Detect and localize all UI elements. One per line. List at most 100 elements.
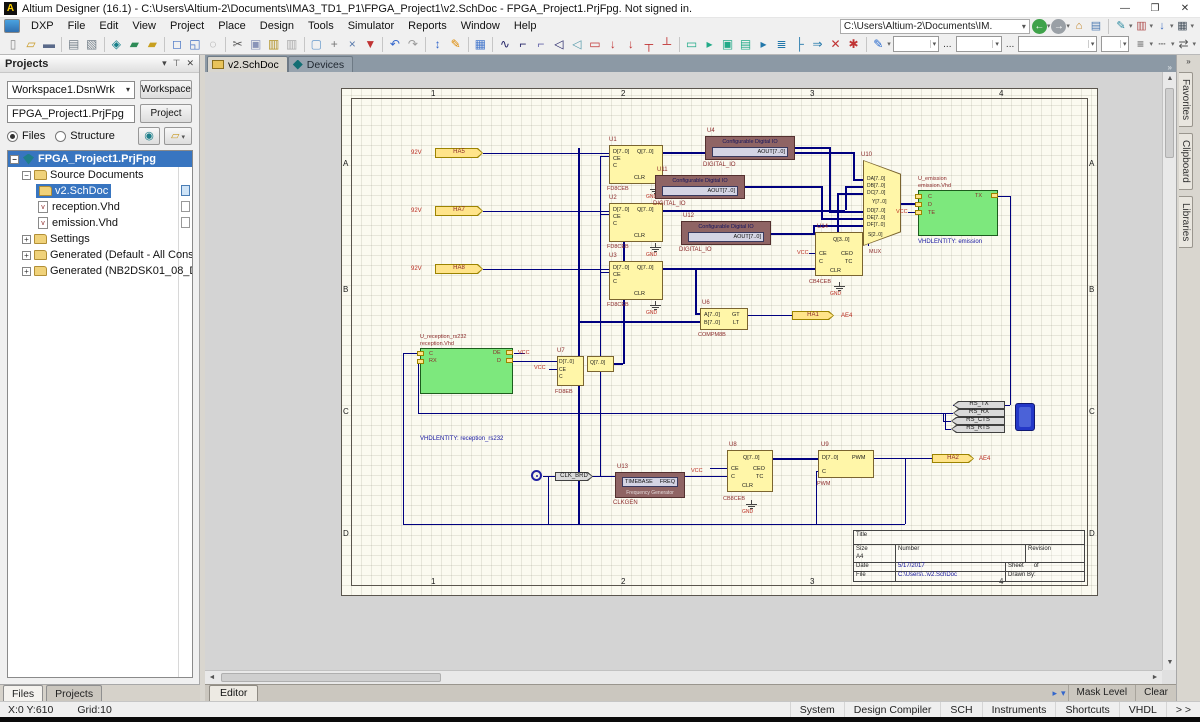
- tab-overflow-icon[interactable]: »: [1168, 63, 1176, 72]
- save-icon[interactable]: ▬: [40, 35, 58, 53]
- wire[interactable]: [685, 476, 727, 477]
- menu-tools[interactable]: Tools: [301, 19, 341, 33]
- mask-mode-icon[interactable]: ▸: [1050, 688, 1059, 699]
- wire[interactable]: [600, 214, 609, 215]
- workspace-button[interactable]: Workspace: [140, 80, 192, 99]
- wire[interactable]: [1010, 196, 1011, 405]
- wire[interactable]: [549, 369, 557, 370]
- place-wire-icon[interactable]: ∿: [496, 35, 514, 53]
- wire[interactable]: [548, 476, 549, 524]
- place-net-label-icon[interactable]: ▭: [586, 35, 604, 53]
- open-documents-icon[interactable]: ▤: [1088, 19, 1104, 34]
- workspace-panels-icon[interactable]: ◈: [107, 35, 125, 53]
- board-insight-icon[interactable]: ▥: [1133, 19, 1149, 34]
- wire[interactable]: [600, 272, 609, 273]
- component-u11[interactable]: Configurable Digital IOAOUT[7..0]: [655, 175, 745, 199]
- panel-close-icon[interactable]: ✕: [186, 58, 194, 69]
- wire[interactable]: [483, 153, 609, 154]
- status-system[interactable]: System: [790, 702, 844, 718]
- toolbar-combo[interactable]: ▾: [893, 36, 939, 52]
- place-harness-icon[interactable]: ≣: [773, 35, 791, 53]
- wire[interactable]: [418, 413, 953, 414]
- radio-files[interactable]: Files: [7, 130, 45, 142]
- browse-library-icon[interactable]: ▦: [471, 35, 489, 53]
- mask-filter-icon[interactable]: ▾: [1059, 688, 1068, 699]
- wire[interactable]: [829, 147, 831, 211]
- component-u4[interactable]: Configurable Digital IOAOUT[7..0]: [705, 136, 795, 160]
- menu-project[interactable]: Project: [163, 19, 211, 33]
- annotate-icon[interactable]: ✎: [447, 35, 465, 53]
- toolbar-combo[interactable]: ▾: [956, 36, 1002, 52]
- port-clk-brd[interactable]: CLK_BRD: [555, 472, 593, 481]
- wire[interactable]: [874, 458, 932, 459]
- port-rs-cts[interactable]: RS_CTS: [951, 417, 1005, 425]
- wire[interactable]: [845, 186, 847, 210]
- tab-files[interactable]: Files: [3, 685, 43, 701]
- tab-favorites[interactable]: Favorites: [1179, 72, 1193, 127]
- print-preview-icon[interactable]: ▧: [83, 35, 101, 53]
- place-no-erc-icon[interactable]: ✕: [827, 35, 845, 53]
- menu-help[interactable]: Help: [507, 19, 544, 33]
- port-ha7[interactable]: HA7: [435, 206, 483, 216]
- port-ha8[interactable]: HA8: [435, 264, 483, 274]
- place-port-down-icon[interactable]: ↓: [604, 35, 622, 53]
- back-icon[interactable]: ←: [1032, 19, 1047, 34]
- ellipsis-button[interactable]: ...: [943, 39, 951, 50]
- wire[interactable]: [945, 429, 951, 430]
- connector-db9[interactable]: [1015, 403, 1035, 431]
- wire[interactable]: [695, 268, 697, 314]
- wire[interactable]: [578, 321, 700, 323]
- panel-pin-icon[interactable]: ⊤: [173, 58, 181, 69]
- menu-edit[interactable]: Edit: [92, 19, 125, 33]
- menu-window[interactable]: Window: [454, 19, 507, 33]
- place-device-sheet-icon[interactable]: ▣: [719, 35, 737, 53]
- horizontal-scrollbar[interactable]: ◄ ►: [205, 670, 1162, 684]
- line-style-icon[interactable]: ┄: [1153, 35, 1171, 53]
- status-design-compiler[interactable]: Design Compiler: [844, 702, 941, 718]
- wire[interactable]: [821, 218, 865, 220]
- wire[interactable]: [829, 211, 865, 213]
- gnd-power[interactable]: GND: [648, 243, 664, 259]
- expander-icon[interactable]: +: [22, 235, 31, 244]
- project-sphere-button[interactable]: ◉: [138, 127, 160, 145]
- expander-icon[interactable]: +: [22, 251, 31, 260]
- zoom-fit-icon[interactable]: ◱: [186, 35, 204, 53]
- move-icon[interactable]: +: [325, 35, 343, 53]
- side-chevrons-icon[interactable]: »: [1177, 55, 1200, 66]
- component-u12[interactable]: Configurable Digital IOAOUT[7..0]: [681, 221, 771, 245]
- wire[interactable]: [483, 211, 609, 212]
- jump-icon[interactable]: ↓: [1154, 19, 1170, 34]
- wire[interactable]: [905, 458, 906, 524]
- panel-chevron-icon[interactable]: ▾: [162, 58, 167, 69]
- compile-mask-icon[interactable]: ✱: [845, 35, 863, 53]
- wire[interactable]: [795, 147, 829, 149]
- scroll-up-icon[interactable]: ▲: [1163, 72, 1176, 86]
- dxp-icon[interactable]: [4, 19, 20, 33]
- storage-manager-icon[interactable]: ▰: [143, 35, 161, 53]
- wire[interactable]: [837, 193, 865, 195]
- project-button[interactable]: Project: [140, 104, 192, 123]
- paste-icon[interactable]: ▥: [265, 35, 283, 53]
- gnd-power[interactable]: GND: [648, 301, 664, 317]
- clock-source-icon[interactable]: [531, 470, 542, 481]
- wire[interactable]: [773, 458, 818, 460]
- component-u13[interactable]: TIMEBASEFREQFrequency Generator: [615, 472, 685, 498]
- home-icon[interactable]: ⌂: [1071, 19, 1087, 34]
- copy-icon[interactable]: ▣: [247, 35, 265, 53]
- place-signal-harness-icon[interactable]: ⇒: [809, 35, 827, 53]
- wire[interactable]: [403, 353, 417, 354]
- vertical-scrollbar[interactable]: ▲ ▼: [1162, 72, 1176, 670]
- place-sheet-entry-icon[interactable]: ▸: [701, 35, 719, 53]
- ellipsis-button[interactable]: ...: [1006, 39, 1014, 50]
- port-rs-rx[interactable]: RS_RX: [953, 409, 1005, 417]
- place-c-code-icon[interactable]: ▤: [737, 35, 755, 53]
- tree-row-reception-vhd[interactable]: v reception.Vhd: [8, 199, 192, 215]
- mask-level-button[interactable]: Mask Level: [1068, 685, 1136, 701]
- open-project-button[interactable]: ▱ ▾: [164, 127, 192, 145]
- status-vhdl[interactable]: VHDL: [1119, 702, 1166, 718]
- new-document-icon[interactable]: ▯: [4, 35, 22, 53]
- redo-icon[interactable]: ↷: [404, 35, 422, 53]
- tab-clipboard[interactable]: Clipboard: [1179, 133, 1193, 190]
- menu-place[interactable]: Place: [211, 19, 253, 33]
- expander-icon[interactable]: −: [22, 171, 31, 180]
